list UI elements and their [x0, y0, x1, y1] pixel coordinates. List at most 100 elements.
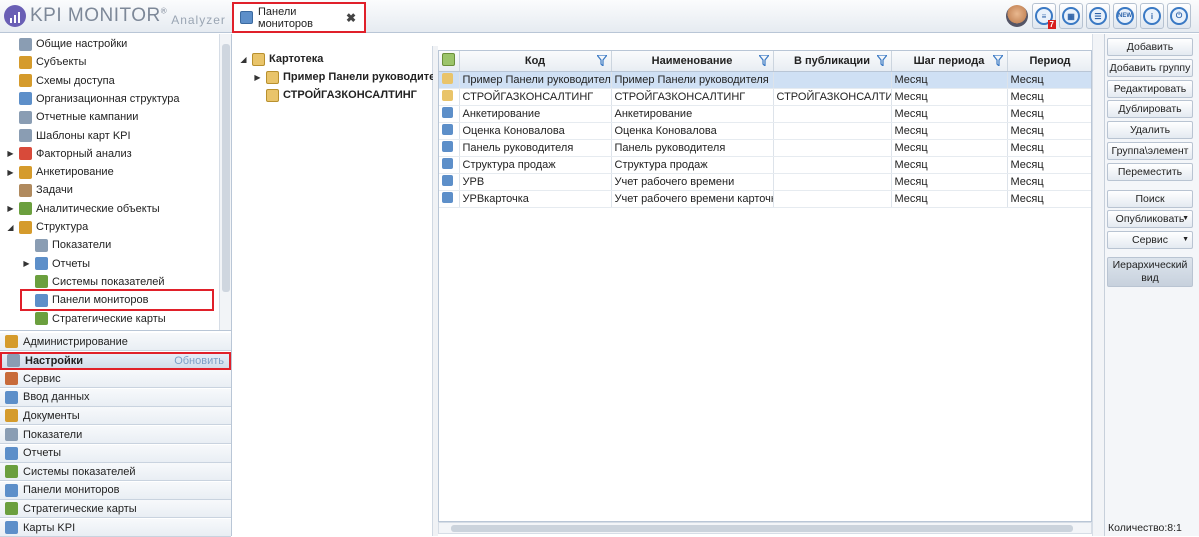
tree-item-12[interactable]: ▶ Отчеты [22, 255, 90, 273]
user-avatar-button[interactable] [1005, 3, 1029, 29]
table-row[interactable]: Пример Панели руководителя Пример Панели … [439, 71, 1091, 89]
tree-item-4[interactable]: Отчетные кампании [6, 108, 138, 126]
folder-item[interactable]: ▶ Пример Панели руководителя [253, 68, 449, 86]
filter-icon[interactable] [875, 54, 888, 68]
column-header[interactable]: Период [1007, 51, 1091, 72]
table-row[interactable]: Структура продаж Структура продаж Месяц Мес… [439, 156, 1091, 174]
expand-arrow-icon[interactable]: ▶ [22, 259, 31, 268]
nav-item-5[interactable]: Показатели [0, 426, 231, 444]
list-view-button[interactable]: ☰ [1086, 3, 1110, 29]
filter-icon[interactable] [595, 54, 608, 68]
expand-arrow-icon[interactable]: ▶ [6, 204, 15, 213]
template-icon [19, 129, 32, 142]
tree-item-6[interactable]: ▶ Факторный анализ [6, 145, 132, 163]
table-row[interactable]: Анкетирование Анкетирование Месяц Месяц [439, 105, 1091, 123]
table-cell: Учет рабочего времени карточка [611, 190, 774, 208]
logout-button[interactable]: ⏻ [1167, 3, 1191, 29]
tree-item-5[interactable]: Шаблоны карт KPI [6, 127, 131, 145]
nav-item-7[interactable]: Системы показателей [0, 463, 231, 482]
table-row[interactable]: УРВкарточка Учет рабочего времени карточк… [439, 190, 1091, 208]
folder-root[interactable]: ◢ Картотека [239, 50, 323, 68]
column-header[interactable]: Наименование [611, 51, 774, 72]
scrollbar-thumb[interactable] [222, 44, 230, 292]
table-row[interactable]: УРВ Учет рабочего времени Месяц Месяц [439, 173, 1091, 191]
tree-item-14[interactable]: Панели мониторов [20, 289, 214, 312]
action-button-2[interactable]: Редактировать [1107, 80, 1193, 98]
key-icon [19, 74, 32, 88]
org-icon [19, 92, 32, 106]
nav-item-9[interactable]: Стратегические карты [0, 500, 231, 519]
tree-item-2[interactable]: Схемы доступа [6, 72, 115, 90]
grid-vertical-scrollbar[interactable] [1092, 34, 1104, 536]
refresh-link[interactable]: Обновить [174, 355, 224, 367]
nav-item-8[interactable]: Панели мониторов [0, 481, 231, 500]
table-cell: Анкетирование [611, 105, 774, 123]
tree-item-13[interactable]: Системы показателей [22, 273, 165, 291]
action-button-9[interactable]: Сервис ▼ [1107, 231, 1193, 249]
news-button[interactable]: NEW [1113, 3, 1137, 29]
grid-header-icon-cell[interactable] [439, 51, 460, 72]
tree-item-7[interactable]: ▶ Анкетирование [6, 163, 114, 181]
tree-item-1[interactable]: Субъекты [6, 53, 86, 71]
tree-item-11[interactable]: Показатели [22, 236, 111, 254]
nav-item-3[interactable]: Ввод данных [0, 388, 231, 407]
scrollbar-thumb[interactable] [451, 525, 1073, 532]
action-button-6[interactable]: Переместить [1107, 163, 1193, 181]
table-row[interactable]: Оценка Коновалова Оценка Коновалова Месяц М… [439, 122, 1091, 140]
tree-item-0[interactable]: Общие настройки [6, 35, 127, 53]
tab-monitor-panels[interactable]: Панели мониторов ✖ [232, 2, 366, 33]
filter-icon[interactable] [991, 54, 1004, 68]
action-button-4[interactable]: Удалить [1107, 121, 1193, 139]
folder-item[interactable]: СТРОЙГАЗКОНСАЛТИНГ [253, 86, 417, 104]
messages-badge: 7 [1047, 20, 1056, 29]
expand-arrow-icon[interactable]: ▶ [6, 168, 15, 177]
action-button-3[interactable]: Дублировать [1107, 100, 1193, 118]
table-cell [773, 156, 892, 174]
info-button[interactable]: i [1140, 3, 1164, 29]
folder-item-label: СТРОЙГАЗКОНСАЛТИНГ [283, 89, 417, 101]
tab-close-icon[interactable]: ✖ [346, 11, 356, 25]
table-cell: СТРОЙГАЗКОНСАЛТИНГ [611, 88, 774, 106]
nav-item-4[interactable]: Документы [0, 407, 231, 426]
nav-item-10[interactable]: Карты KPI [0, 519, 231, 537]
table-row[interactable]: Панель руководителя Панель руководителя Ме… [439, 139, 1091, 157]
messages-button[interactable]: ≡ 7 [1032, 3, 1056, 29]
nav-item-1[interactable]: Настройки Обновить [0, 351, 231, 370]
action-button-10[interactable]: Иерархический вид [1107, 257, 1193, 287]
expand-arrow-icon[interactable]: ▶ [6, 149, 15, 158]
tree-item-10[interactable]: ◢ Структура [6, 218, 88, 236]
tree-item-8[interactable]: Задачи [6, 181, 73, 199]
tree-item-15[interactable]: Стратегические карты [22, 310, 166, 328]
row-icon-cell [439, 173, 460, 191]
survey-icon [19, 165, 32, 179]
monitor-panel-icon [240, 11, 253, 24]
calendar-icon [19, 110, 32, 124]
tree-item-label: Аналитические объекты [36, 202, 160, 215]
expand-arrow-icon[interactable]: ◢ [6, 223, 15, 232]
table-cell: Месяц [1007, 122, 1091, 140]
table-cell [773, 105, 892, 123]
table-row[interactable]: СТРОЙГАЗКОНСАЛТИНГ СТРОЙГАЗКОНСАЛТИНГ СТРО… [439, 88, 1091, 106]
row-icon-cell [439, 71, 460, 89]
app-logo: KPI MONITOR® Analyzer [4, 4, 226, 28]
filter-icon[interactable] [757, 54, 770, 68]
grid-horizontal-scrollbar[interactable] [438, 522, 1092, 534]
grid-view-button[interactable]: ▦ [1059, 3, 1083, 29]
action-button-5[interactable]: Группа\элемент [1107, 142, 1193, 160]
nav-item-6[interactable]: Отчеты [0, 444, 231, 463]
tree-scrollbar[interactable] [219, 34, 231, 330]
action-button-8[interactable]: Опубликовать ▼ [1107, 210, 1193, 228]
nav-item-2[interactable]: Сервис [0, 370, 231, 389]
column-header[interactable]: В публикации [773, 51, 892, 72]
column-header[interactable]: Код [459, 51, 612, 72]
tree-item-label: Структура [36, 221, 89, 233]
strategy-map-icon [5, 502, 18, 516]
nav-item-0[interactable]: Администрирование [0, 333, 231, 351]
column-header[interactable]: Шаг периода [891, 51, 1008, 72]
action-button-0[interactable]: Добавить [1107, 38, 1193, 56]
table-cell: Месяц [1007, 139, 1091, 157]
action-button-7[interactable]: Поиск [1107, 190, 1193, 208]
tree-item-3[interactable]: Организационная структура [6, 90, 180, 108]
tree-item-9[interactable]: ▶ Аналитические объекты [6, 200, 160, 218]
action-button-1[interactable]: Добавить группу [1107, 59, 1193, 77]
